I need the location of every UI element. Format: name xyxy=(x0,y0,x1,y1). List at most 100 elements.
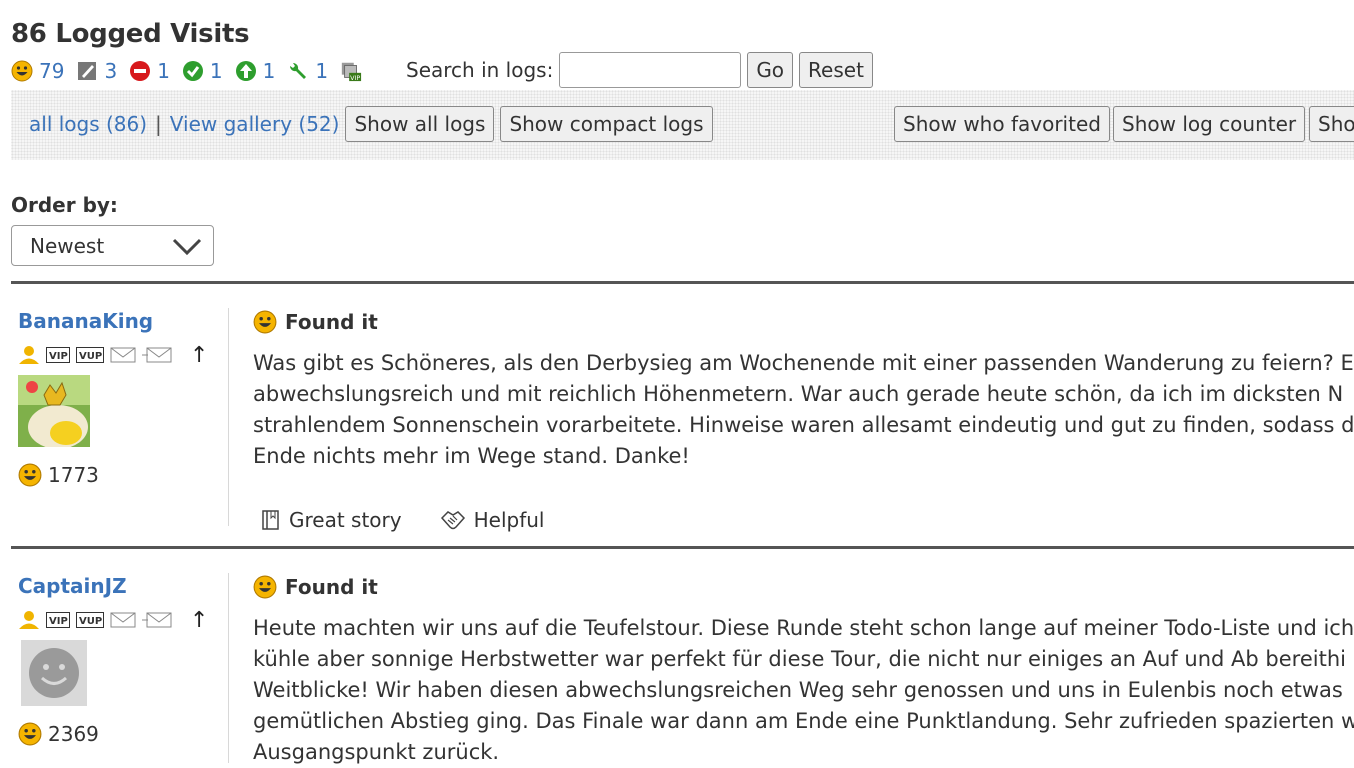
link-separator: | xyxy=(155,112,162,136)
log-text-line: abwechslungsreich und mit reichlich Höhe… xyxy=(253,382,1344,406)
sort-arrow[interactable]: ↑ xyxy=(190,608,208,633)
stat-note[interactable]: 3 xyxy=(76,59,117,83)
profile-icon[interactable] xyxy=(18,609,40,631)
log-type: Found it xyxy=(253,575,1354,599)
log-text-line: Was gibt es Schöneres, als den Derbysieg… xyxy=(253,351,1354,375)
handshake-icon xyxy=(440,511,465,530)
log-search: Search in logs: Go Reset xyxy=(406,52,873,88)
reaction-label: Helpful xyxy=(473,508,545,532)
svg-text:VIP: VIP xyxy=(350,74,360,82)
found-smiley-icon xyxy=(11,60,33,82)
stat-vip[interactable]: VIP xyxy=(340,60,362,82)
found-smiley-icon xyxy=(253,310,277,334)
all-logs-link[interactable]: all logs (86) xyxy=(29,112,147,136)
stat-count: 1 xyxy=(209,59,223,83)
log-text: Was gibt es Schöneres, als den Derbysieg… xyxy=(253,348,1354,472)
user-action-icons: VIP VUP ↑ xyxy=(18,343,214,368)
order-by-label: Order by: xyxy=(11,193,118,217)
log-reactions: Great story Helpful xyxy=(261,508,1354,532)
log-user-panel: BananaKing VIP VUP ↑ 1773 xyxy=(18,309,214,487)
message-icon[interactable] xyxy=(142,346,172,364)
log-text-line: kühle aber sonnige Herbstwetter war perf… xyxy=(253,647,1346,671)
dnf-icon xyxy=(130,61,151,81)
stat-found[interactable]: 79 xyxy=(11,59,64,83)
maintenance-wrench-icon xyxy=(290,62,307,79)
svg-text:VIP: VIP xyxy=(49,616,68,627)
stat-publish[interactable]: 1 xyxy=(235,59,276,83)
stat-count: 1 xyxy=(315,59,329,83)
log-user-panel: CaptainJZ VIP VUP ↑ 2369 xyxy=(18,574,214,746)
log-text-line: strahlendem Sonnenschein vorarbeitete. H… xyxy=(253,413,1354,437)
log-entry: BananaKing VIP VUP ↑ 1773 Found it Was g… xyxy=(11,281,1354,550)
username-link[interactable]: CaptainJZ xyxy=(18,574,214,598)
message-icon[interactable] xyxy=(142,611,172,629)
log-type: Found it xyxy=(253,310,1354,334)
found-smiley-icon xyxy=(253,575,277,599)
log-text-line: Ausgangspunkt zurück. xyxy=(253,740,500,764)
show-all-logs-button[interactable]: Show all logs xyxy=(345,106,495,142)
page-title: 86 Logged Visits xyxy=(11,19,250,49)
book-icon xyxy=(262,510,279,530)
stat-count: 1 xyxy=(157,59,170,83)
view-gallery-link[interactable]: View gallery (52) xyxy=(170,112,340,136)
stat-count: 3 xyxy=(104,59,118,83)
vup-icon[interactable]: VUP xyxy=(76,612,104,628)
find-count-value: 1773 xyxy=(48,463,99,487)
log-type-stats: 79 3 1 1 1 1 VIP xyxy=(11,58,374,84)
order-select[interactable]: Newest xyxy=(11,225,214,266)
log-text-line: Weitblicke! Wir haben diesen abwechslung… xyxy=(253,678,1343,702)
filter-bar: all logs (86) | View gallery (52) Show a… xyxy=(11,90,1354,160)
log-text-line: Ende nichts mehr im Wege stand. Danke! xyxy=(253,444,690,468)
user-find-count: 2369 xyxy=(18,722,214,746)
show-more-button[interactable]: Sho xyxy=(1309,106,1354,142)
log-type-label: Found it xyxy=(285,575,378,599)
show-compact-logs-button[interactable]: Show compact logs xyxy=(500,106,713,142)
sort-arrow[interactable]: ↑ xyxy=(190,343,208,368)
helpful-button[interactable]: Helpful xyxy=(440,508,545,532)
username-link[interactable]: BananaKing xyxy=(18,309,214,333)
write-note-icon xyxy=(78,62,97,80)
mail-icon[interactable] xyxy=(110,346,136,364)
found-smiley-icon xyxy=(18,463,42,487)
order-selected-value: Newest xyxy=(30,233,105,258)
find-count-value: 2369 xyxy=(48,722,99,746)
user-find-count: 1773 xyxy=(18,463,214,487)
profile-icon[interactable] xyxy=(18,344,40,366)
svg-text:VIP: VIP xyxy=(49,351,68,362)
found-smiley-icon xyxy=(18,722,42,746)
column-divider xyxy=(228,573,229,763)
reset-button[interactable]: Reset xyxy=(799,52,873,88)
stat-dnf[interactable]: 1 xyxy=(129,59,170,83)
svg-text:VUP: VUP xyxy=(79,351,102,362)
column-divider xyxy=(228,308,229,526)
log-text: Heute machten wir uns auf die Teufelstou… xyxy=(253,613,1354,768)
log-content: Found it Heute machten wir uns auf die T… xyxy=(253,575,1354,768)
check-icon xyxy=(182,61,203,81)
vip-icon[interactable]: VIP xyxy=(46,612,70,628)
filter-links: all logs (86) | View gallery (52) Show a… xyxy=(29,106,713,142)
vup-icon[interactable]: VUP xyxy=(76,347,104,363)
avatar[interactable] xyxy=(21,640,87,706)
log-type-label: Found it xyxy=(285,310,378,334)
user-action-icons: VIP VUP ↑ xyxy=(18,608,214,633)
stat-count: 79 xyxy=(39,59,65,83)
stat-maintenance[interactable]: 1 xyxy=(287,59,328,83)
reaction-label: Great story xyxy=(289,508,402,532)
log-text-line: Heute machten wir uns auf die Teufelstou… xyxy=(253,616,1354,640)
avatar[interactable] xyxy=(18,375,90,449)
log-text-line: gemütlichen Abstieg ging. Das Finale war… xyxy=(253,709,1354,733)
show-who-favorited-button[interactable]: Show who favorited xyxy=(894,106,1110,142)
great-story-button[interactable]: Great story xyxy=(261,508,402,532)
chevron-down-icon xyxy=(172,238,202,256)
vip-logs-icon: VIP xyxy=(341,62,362,82)
search-label: Search in logs: xyxy=(406,58,554,82)
stat-count: 1 xyxy=(262,59,276,83)
search-input[interactable] xyxy=(559,52,742,88)
publish-arrow-icon xyxy=(235,61,256,81)
mail-icon[interactable] xyxy=(110,611,136,629)
show-log-counter-button[interactable]: Show log counter xyxy=(1113,106,1306,142)
svg-text:VUP: VUP xyxy=(79,616,102,627)
stat-check[interactable]: 1 xyxy=(182,59,223,83)
go-button[interactable]: Go xyxy=(747,52,794,88)
vip-icon[interactable]: VIP xyxy=(46,347,70,363)
